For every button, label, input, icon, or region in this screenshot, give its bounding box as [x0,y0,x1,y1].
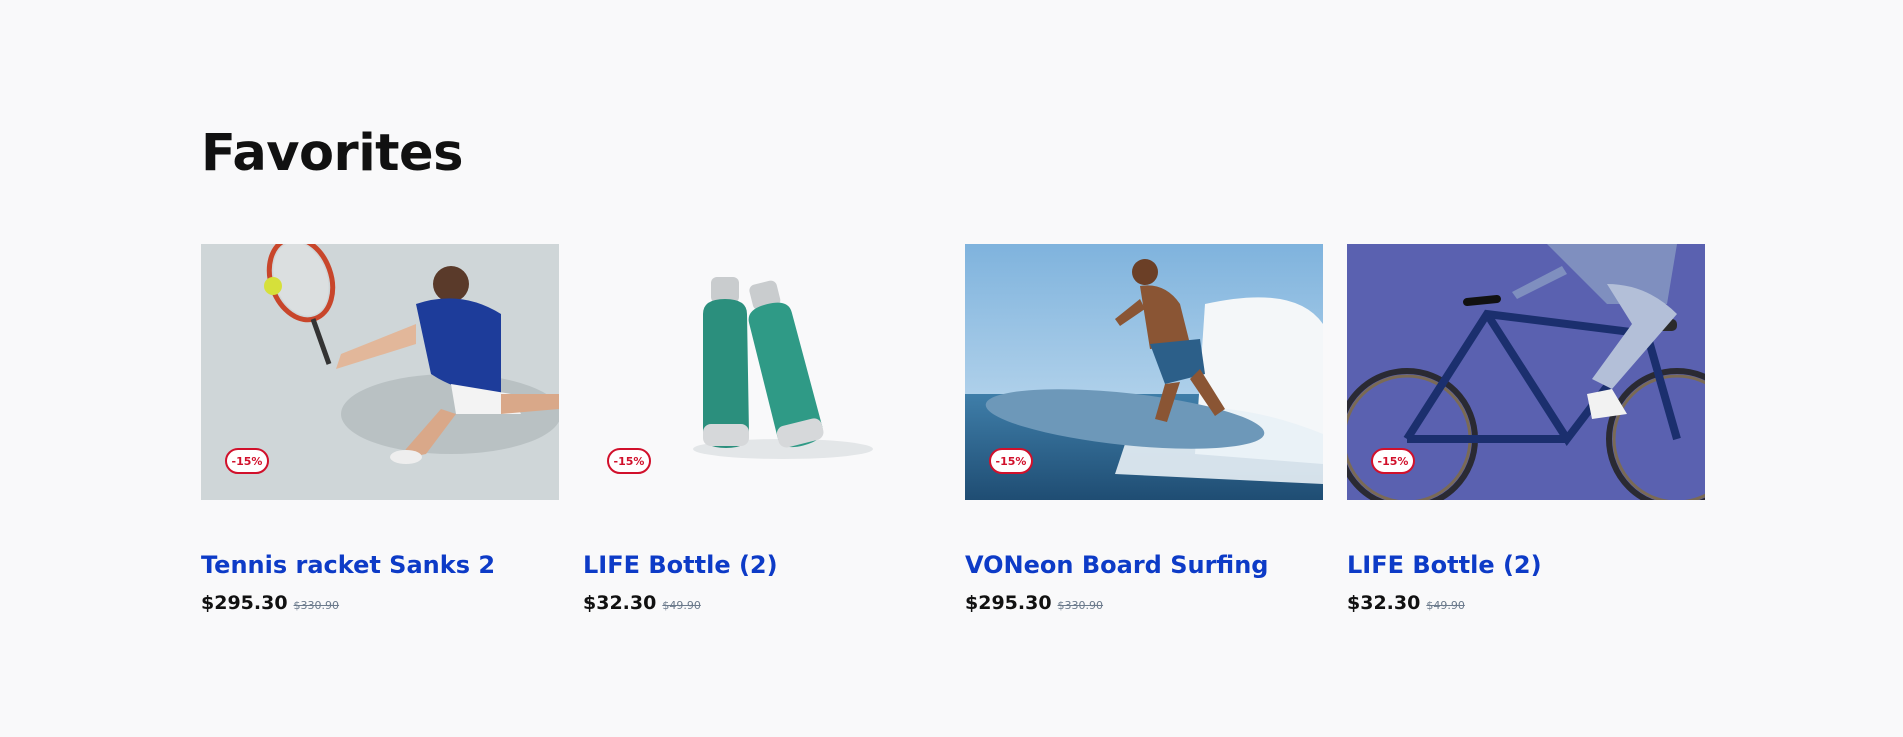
product-image[interactable]: -15% [583,244,941,500]
product-old-price: $49.90 [662,599,701,612]
product-name-link[interactable]: Tennis racket Sanks 2 [201,550,559,580]
price-row: $32.30 $49.90 [583,592,941,614]
product-name-link[interactable]: VONeon Board Surfing [965,550,1323,580]
product-card[interactable]: -15% Tennis racket Sanks 2 $295.30 $330.… [201,244,559,614]
product-name-link[interactable]: LIFE Bottle (2) [1347,550,1705,580]
product-image[interactable]: -15% [1347,244,1705,500]
discount-badge: -15% [989,448,1033,474]
product-grid: -15% Tennis racket Sanks 2 $295.30 $330.… [201,244,1705,614]
price-row: $295.30 $330.90 [201,592,559,614]
price-row: $295.30 $330.90 [965,592,1323,614]
product-old-price: $49.90 [1426,599,1465,612]
price-row: $32.30 $49.90 [1347,592,1705,614]
product-card[interactable]: -15% VONeon Board Surfing $295.30 $330.9… [965,244,1323,614]
product-card[interactable]: -15% LIFE Bottle (2) $32.30 $49.90 [1347,244,1705,614]
product-image[interactable]: -15% [965,244,1323,500]
discount-badge: -15% [225,448,269,474]
product-price: $32.30 [1347,592,1421,614]
product-price: $295.30 [965,592,1052,614]
product-price: $32.30 [583,592,657,614]
product-old-price: $330.90 [293,599,340,612]
product-name-link[interactable]: LIFE Bottle (2) [583,550,941,580]
product-price: $295.30 [201,592,288,614]
product-image[interactable]: -15% [201,244,559,500]
discount-badge: -15% [607,448,651,474]
discount-badge: -15% [1371,448,1415,474]
page-title: Favorites [201,124,464,183]
product-old-price: $330.90 [1057,599,1104,612]
product-card[interactable]: -15% LIFE Bottle (2) $32.30 $49.90 [583,244,941,614]
